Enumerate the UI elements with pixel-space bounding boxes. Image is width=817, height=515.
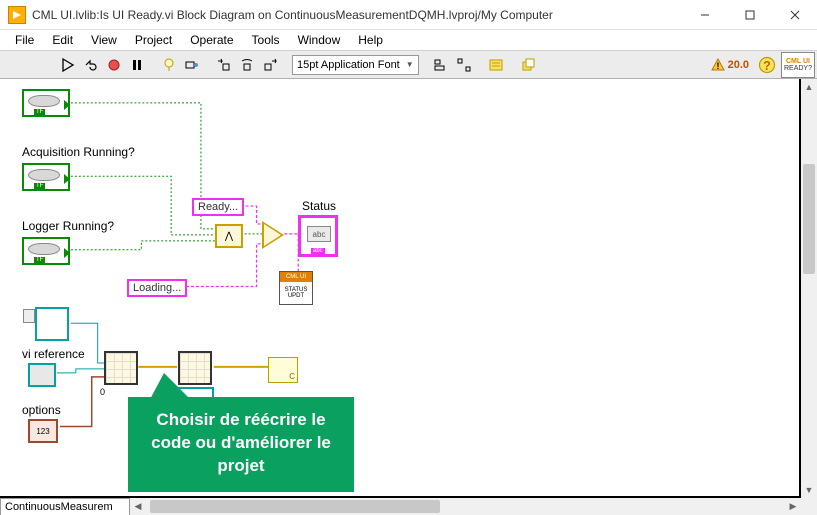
block-diagram-area: TF Acquisition Running? TF Logger Runnin… xyxy=(0,79,817,515)
logger-running-label: Logger Running? xyxy=(22,219,114,233)
menu-help[interactable]: Help xyxy=(349,31,392,49)
status-abc: abc xyxy=(307,226,331,242)
block-diagram-canvas[interactable]: TF Acquisition Running? TF Logger Runnin… xyxy=(0,79,801,498)
labview-app-icon xyxy=(8,6,26,24)
vi-reference-label: vi reference xyxy=(22,347,85,361)
scroll-down-icon[interactable]: ▼ xyxy=(801,482,817,498)
status-update-subvi[interactable]: CML UI STATUS UPDT xyxy=(279,271,313,305)
select-node[interactable] xyxy=(262,221,284,249)
font-label: 15pt Application Font xyxy=(297,59,400,71)
menu-operate[interactable]: Operate xyxy=(181,31,242,49)
wires-layer xyxy=(0,79,799,496)
options-terminal[interactable]: 123 xyxy=(28,419,58,443)
svg-text:!: ! xyxy=(716,61,719,71)
hscroll-thumb[interactable] xyxy=(150,500,440,513)
step-over-button[interactable] xyxy=(237,55,257,75)
scroll-right-icon[interactable]: ▶ xyxy=(785,498,801,515)
context-help-button[interactable]: ? xyxy=(757,55,777,75)
invoke-node[interactable] xyxy=(104,351,138,385)
warning-indicator[interactable]: ! 20.0 xyxy=(711,58,749,72)
vi-icon[interactable]: CML UI READY? xyxy=(781,52,815,78)
reorder-button[interactable] xyxy=(518,55,538,75)
vertical-scrollbar[interactable]: ▲ ▼ xyxy=(801,79,817,498)
font-selector[interactable]: 15pt Application Font ▼ xyxy=(292,55,419,75)
and-node[interactable]: ⋀ xyxy=(215,224,243,248)
vscroll-thumb[interactable] xyxy=(803,164,815,274)
close-button[interactable] xyxy=(772,0,817,30)
abort-button[interactable] xyxy=(104,55,124,75)
scroll-left-icon[interactable]: ◀ xyxy=(130,498,146,515)
menu-project[interactable]: Project xyxy=(126,31,181,49)
cleanup-button[interactable] xyxy=(486,55,506,75)
subvi-body: STATUS UPDT xyxy=(280,282,312,304)
minimize-button[interactable] xyxy=(682,0,727,30)
vi-icon-line2: READY? xyxy=(784,65,812,72)
menu-window[interactable]: Window xyxy=(289,31,350,49)
retain-wire-values-button[interactable] xyxy=(182,55,202,75)
distribute-button[interactable] xyxy=(454,55,474,75)
window-title: CML UI.lvlib:Is UI Ready.vi Block Diagra… xyxy=(32,8,682,22)
menu-edit[interactable]: Edit xyxy=(43,31,82,49)
toolbar: 15pt Application Font ▼ ! 20.0 ? CML UI … xyxy=(0,51,817,79)
vi-reference-terminal[interactable] xyxy=(28,363,56,387)
warning-count: 20.0 xyxy=(728,59,749,71)
highlight-execution-button[interactable] xyxy=(159,55,179,75)
options-label: options xyxy=(22,403,61,417)
string-constant-loading[interactable]: Loading... xyxy=(127,279,187,297)
titlebar: CML UI.lvlib:Is UI Ready.vi Block Diagra… xyxy=(0,0,817,30)
step-into-button[interactable] xyxy=(214,55,234,75)
run-button[interactable] xyxy=(58,55,78,75)
bool-terminal-logger[interactable]: TF xyxy=(22,237,70,265)
array-constant[interactable] xyxy=(35,307,69,341)
callout-text: Choisir de réécrire le code ou d'amélior… xyxy=(151,410,331,475)
menu-view[interactable]: View xyxy=(82,31,126,49)
scroll-corner xyxy=(801,498,817,515)
pause-button[interactable] xyxy=(127,55,147,75)
annotation-callout: Choisir de réécrire le code ou d'amélior… xyxy=(128,397,354,492)
menu-bar: File Edit View Project Operate Tools Win… xyxy=(0,30,817,51)
menu-file[interactable]: File xyxy=(6,31,43,49)
chevron-down-icon: ▼ xyxy=(406,60,414,69)
callout-arrow-icon xyxy=(148,373,194,403)
step-out-button[interactable] xyxy=(260,55,280,75)
svg-text:?: ? xyxy=(763,59,771,73)
array-index: 0 xyxy=(100,387,105,397)
status-label: Status xyxy=(302,199,336,213)
scroll-up-icon[interactable]: ▲ xyxy=(801,79,817,95)
horizontal-scrollbar[interactable]: ◀ ▶ xyxy=(130,498,801,515)
bool-terminal-1[interactable]: TF xyxy=(22,89,70,117)
subvi-header: CML UI xyxy=(280,272,312,282)
maximize-button[interactable] xyxy=(727,0,772,30)
window-controls xyxy=(682,0,817,30)
tab-strip[interactable]: ContinuousMeasurem xyxy=(0,498,130,515)
menu-tools[interactable]: Tools xyxy=(243,31,289,49)
bool-terminal-acquisition[interactable]: TF xyxy=(22,163,70,191)
vi-icon-line1: CML UI xyxy=(786,58,810,65)
status-indicator[interactable]: abc abc xyxy=(298,215,338,257)
scroll-node[interactable]: C xyxy=(268,357,298,383)
tab-label: ContinuousMeasurem xyxy=(5,501,113,513)
align-button[interactable] xyxy=(431,55,451,75)
string-constant-ready[interactable]: Ready... xyxy=(192,198,244,216)
run-continuous-button[interactable] xyxy=(81,55,101,75)
acquisition-running-label: Acquisition Running? xyxy=(22,145,135,159)
